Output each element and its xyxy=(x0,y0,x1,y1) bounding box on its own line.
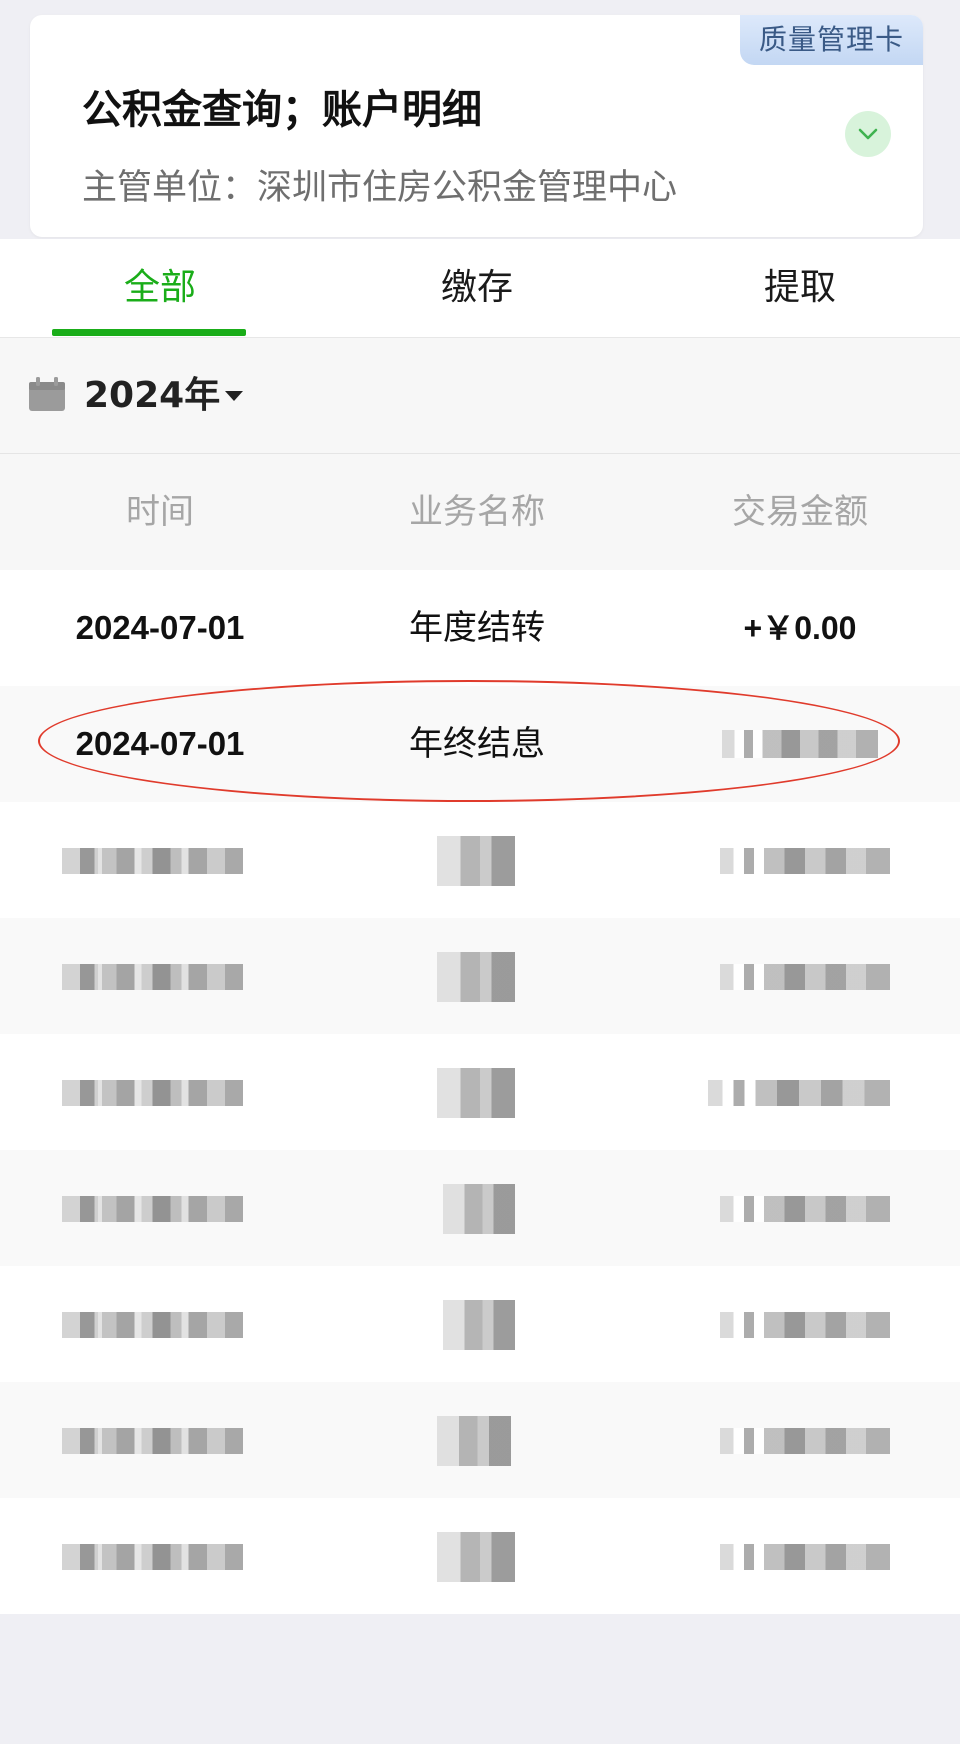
authority-subtitle: 主管单位：深圳市住房公积金管理中心 xyxy=(82,168,678,208)
table-row[interactable] xyxy=(0,1498,960,1614)
redacted-date xyxy=(62,1312,243,1338)
row-business-name: 年终结息 xyxy=(409,724,545,764)
calendar-icon xyxy=(29,377,65,411)
table-row[interactable] xyxy=(0,1266,960,1382)
transaction-list: 2024-07-01 年度结转 +￥0.00 2024-07-01 年终结息 xyxy=(0,570,960,1614)
table-row[interactable] xyxy=(0,802,960,918)
redacted-amount xyxy=(720,1196,890,1222)
redacted-date xyxy=(62,1196,243,1222)
year-label: 2024年 xyxy=(84,375,221,416)
redacted-date xyxy=(62,1428,243,1454)
redacted-name xyxy=(443,1184,515,1234)
page-title: 公积金查询；账户明细 xyxy=(82,87,482,133)
redacted-date xyxy=(62,848,243,874)
table-header: 时间 业务名称 交易金额 xyxy=(0,454,960,570)
redacted-date xyxy=(62,964,243,990)
table-row[interactable]: 2024-07-01 年终结息 xyxy=(0,686,960,802)
row-amount: +￥0.00 xyxy=(743,610,857,646)
tab-bar: 全部 缴存 提取 xyxy=(0,239,960,338)
redacted-name xyxy=(437,952,515,1002)
tab-deposit[interactable]: 缴存 xyxy=(317,239,637,337)
row-date: 2024-07-01 xyxy=(75,725,245,762)
caret-down-icon xyxy=(225,391,243,401)
table-row[interactable] xyxy=(0,1034,960,1150)
service-card: 质量管理卡 公积金查询；账户明细 主管单位：深圳市住房公积金管理中心 xyxy=(30,15,923,237)
quality-badge: 质量管理卡 xyxy=(740,15,923,65)
redacted-name xyxy=(437,836,515,886)
redacted-amount xyxy=(720,848,890,874)
column-header-time: 时间 xyxy=(126,492,194,532)
redacted-name xyxy=(437,1532,515,1582)
column-header-business: 业务名称 xyxy=(409,492,545,532)
column-header-amount: 交易金额 xyxy=(732,492,868,532)
redacted-name xyxy=(437,1068,515,1118)
table-row[interactable] xyxy=(0,1382,960,1498)
redacted-name xyxy=(437,1416,511,1466)
active-tab-indicator xyxy=(52,329,246,336)
redacted-date xyxy=(62,1544,243,1570)
redacted-name xyxy=(443,1300,515,1350)
expand-button[interactable] xyxy=(845,111,891,157)
chevron-down-icon xyxy=(858,128,878,140)
row-business-name: 年度结转 xyxy=(409,608,545,648)
redacted-amount xyxy=(722,730,878,758)
redacted-amount xyxy=(720,1428,890,1454)
tab-withdraw[interactable]: 提取 xyxy=(640,239,960,337)
redacted-amount xyxy=(708,1080,890,1106)
redacted-amount xyxy=(720,1312,890,1338)
redacted-amount xyxy=(720,1544,890,1570)
redacted-date xyxy=(62,1080,243,1106)
tab-all[interactable]: 全部 xyxy=(0,239,320,337)
year-filter[interactable]: 2024年 xyxy=(0,338,960,454)
table-row[interactable] xyxy=(0,918,960,1034)
row-date: 2024-07-01 xyxy=(75,609,245,646)
redacted-amount xyxy=(720,964,890,990)
table-row[interactable] xyxy=(0,1150,960,1266)
page-background xyxy=(0,1614,960,1744)
table-row[interactable]: 2024-07-01 年度结转 +￥0.00 xyxy=(0,570,960,686)
